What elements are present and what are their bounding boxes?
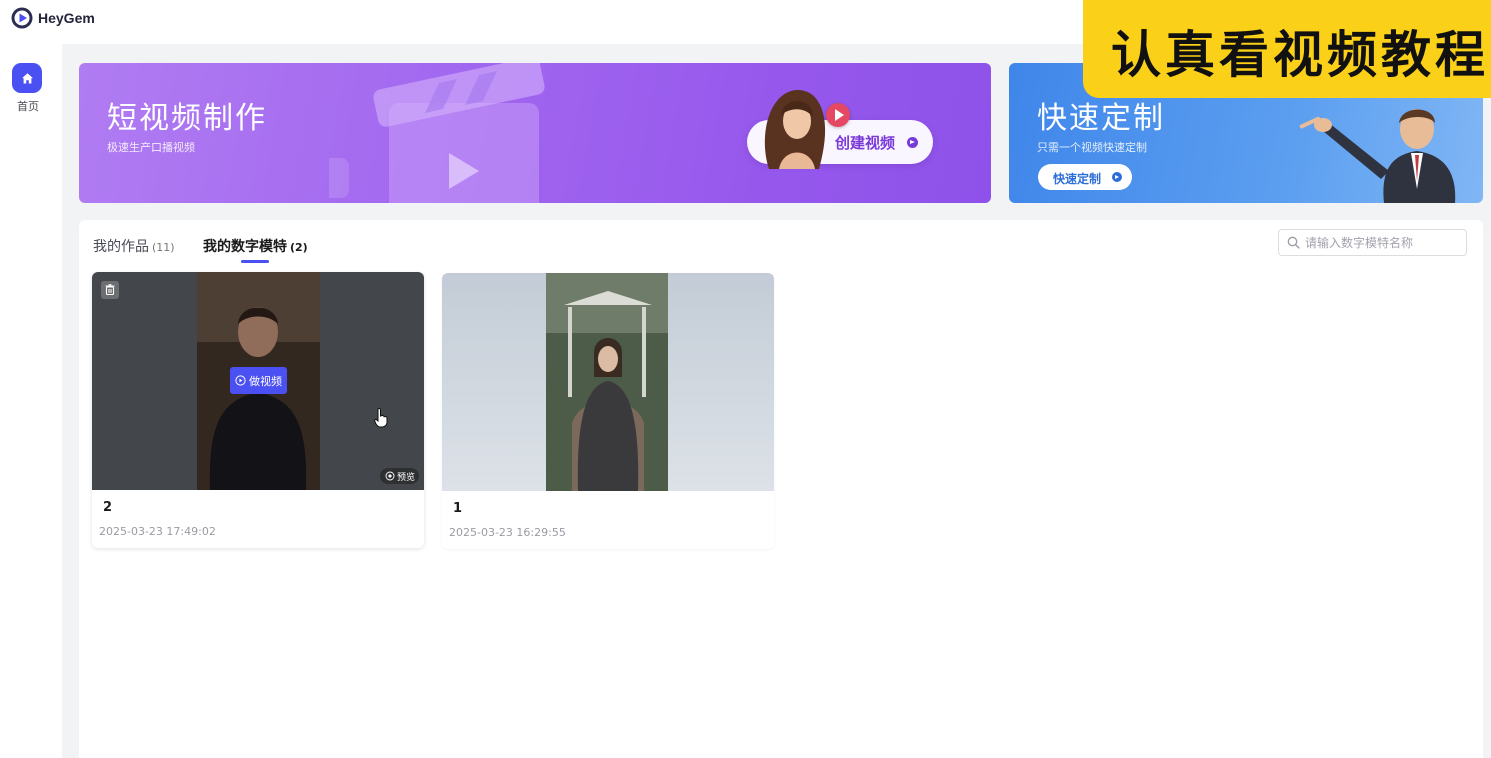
businessman-avatar-image	[1299, 109, 1456, 203]
clapperboard-icon	[329, 63, 545, 203]
banner-title: 快速定制	[1037, 101, 1165, 136]
model-date: 2025-03-23 17:49:02	[99, 525, 216, 538]
play-icon	[826, 103, 850, 127]
model-thumbnail	[442, 273, 774, 491]
model-card[interactable]: 1 2025-03-23 16:29:55	[442, 273, 774, 549]
trash-icon	[105, 284, 115, 296]
preview-icon	[385, 471, 395, 481]
woman-portrait-image	[764, 89, 826, 169]
active-tab-indicator	[241, 260, 269, 263]
tab-my-digital-models[interactable]: 我的数字模特 (2)	[203, 236, 308, 256]
banner-subtitle: 只需一个视频快速定制	[1037, 141, 1147, 154]
play-circle-icon	[235, 375, 246, 386]
search-icon	[1287, 236, 1300, 249]
model-card[interactable]: 做视频 预览 2 2025-03-23 17:49:02	[92, 272, 424, 548]
model-name: 2	[103, 500, 113, 515]
sidebar-item-home[interactable]	[12, 63, 42, 93]
create-video-label: 创建视频	[835, 134, 896, 152]
arrow-right-circle-icon	[1112, 172, 1122, 182]
quick-custom-button[interactable]: 快速定制	[1038, 164, 1132, 190]
heygem-logo-icon	[11, 7, 33, 29]
sidebar: 首页	[0, 44, 62, 758]
hand-cursor-icon	[374, 408, 388, 428]
app-name: HeyGem	[38, 10, 95, 26]
make-video-label: 做视频	[249, 375, 282, 388]
tutorial-caption-overlay: 认真看视频教程	[1083, 0, 1491, 98]
preview-button[interactable]: 预览	[380, 468, 419, 484]
make-video-button[interactable]: 做视频	[230, 367, 287, 394]
delete-button[interactable]	[101, 281, 119, 299]
arrow-right-circle-icon	[907, 137, 918, 148]
model-search-box[interactable]	[1278, 229, 1467, 256]
tab-my-works[interactable]: 我的作品 (11)	[93, 236, 175, 256]
short-video-banner[interactable]: 短视频制作 极速生产口播视频 创建视频	[79, 63, 991, 203]
tab-label: 我的作品	[93, 239, 149, 255]
home-icon	[21, 72, 33, 83]
banner-subtitle: 极速生产口播视频	[107, 141, 195, 154]
search-input[interactable]	[1305, 230, 1460, 255]
tab-count: (2)	[290, 241, 308, 254]
tab-label: 我的数字模特	[203, 239, 287, 255]
quick-custom-label: 快速定制	[1053, 172, 1102, 186]
banner-title: 短视频制作	[107, 101, 267, 136]
preview-label: 预览	[397, 473, 416, 483]
models-panel: 我的作品 (11) 我的数字模特 (2) 请输入数字模特名称 做视频 预览 2 …	[79, 220, 1483, 758]
tab-count: (11)	[152, 241, 175, 254]
model-date: 2025-03-23 16:29:55	[449, 526, 566, 539]
app-logo[interactable]: HeyGem	[10, 6, 95, 30]
sidebar-item-label[interactable]: 首页	[0, 98, 56, 114]
model-name: 1	[453, 501, 463, 516]
tutorial-caption-text: 认真看视频教程	[1111, 26, 1489, 84]
